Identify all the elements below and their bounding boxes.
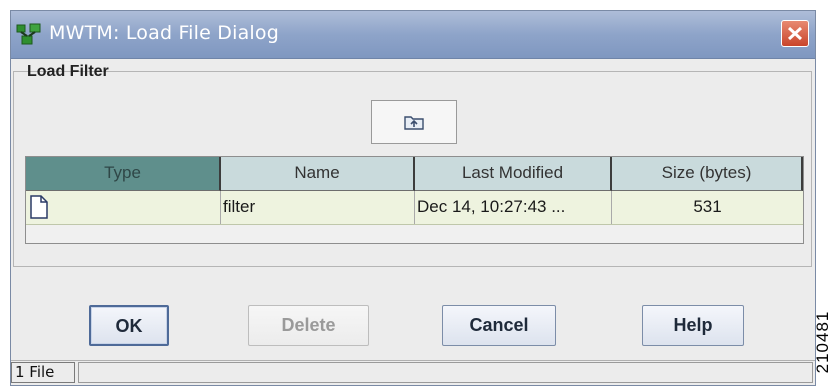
document-icon	[30, 195, 48, 219]
figure-id: 210481	[807, 302, 833, 386]
status-message-area	[78, 362, 813, 383]
load-file-dialog: MWTM: Load File Dialog Load Filter Type …	[10, 10, 816, 386]
status-count: 1 File	[11, 362, 75, 383]
table-row[interactable]: filter Dec 14, 10:27:43 ... 531	[26, 191, 803, 225]
window-title: MWTM: Load File Dialog	[49, 22, 279, 44]
cell-name: filter	[221, 191, 415, 224]
delete-button[interactable]: Delete	[248, 305, 369, 346]
close-button[interactable]	[781, 20, 809, 47]
help-button[interactable]: Help	[642, 305, 744, 346]
cell-type	[26, 191, 221, 224]
close-icon	[787, 26, 803, 41]
column-header-name[interactable]: Name	[221, 157, 415, 191]
cancel-button[interactable]: Cancel	[442, 305, 556, 346]
group-title: Load Filter	[27, 63, 109, 80]
up-folder-button[interactable]	[371, 100, 457, 144]
network-app-icon	[16, 23, 41, 45]
column-header-type[interactable]: Type	[26, 157, 221, 191]
up-folder-icon	[404, 116, 424, 130]
column-header-size[interactable]: Size (bytes)	[612, 157, 803, 191]
figure-id-text: 210481	[813, 310, 832, 374]
file-table: Type Name Last Modified Size (bytes) fil…	[25, 156, 804, 244]
column-header-last-modified[interactable]: Last Modified	[415, 157, 612, 191]
ok-button[interactable]: OK	[89, 305, 169, 346]
status-bar: 1 File	[11, 360, 815, 385]
cell-last-modified: Dec 14, 10:27:43 ...	[415, 191, 612, 224]
title-bar[interactable]: MWTM: Load File Dialog	[11, 11, 815, 59]
cell-size: 531	[693, 197, 722, 216]
